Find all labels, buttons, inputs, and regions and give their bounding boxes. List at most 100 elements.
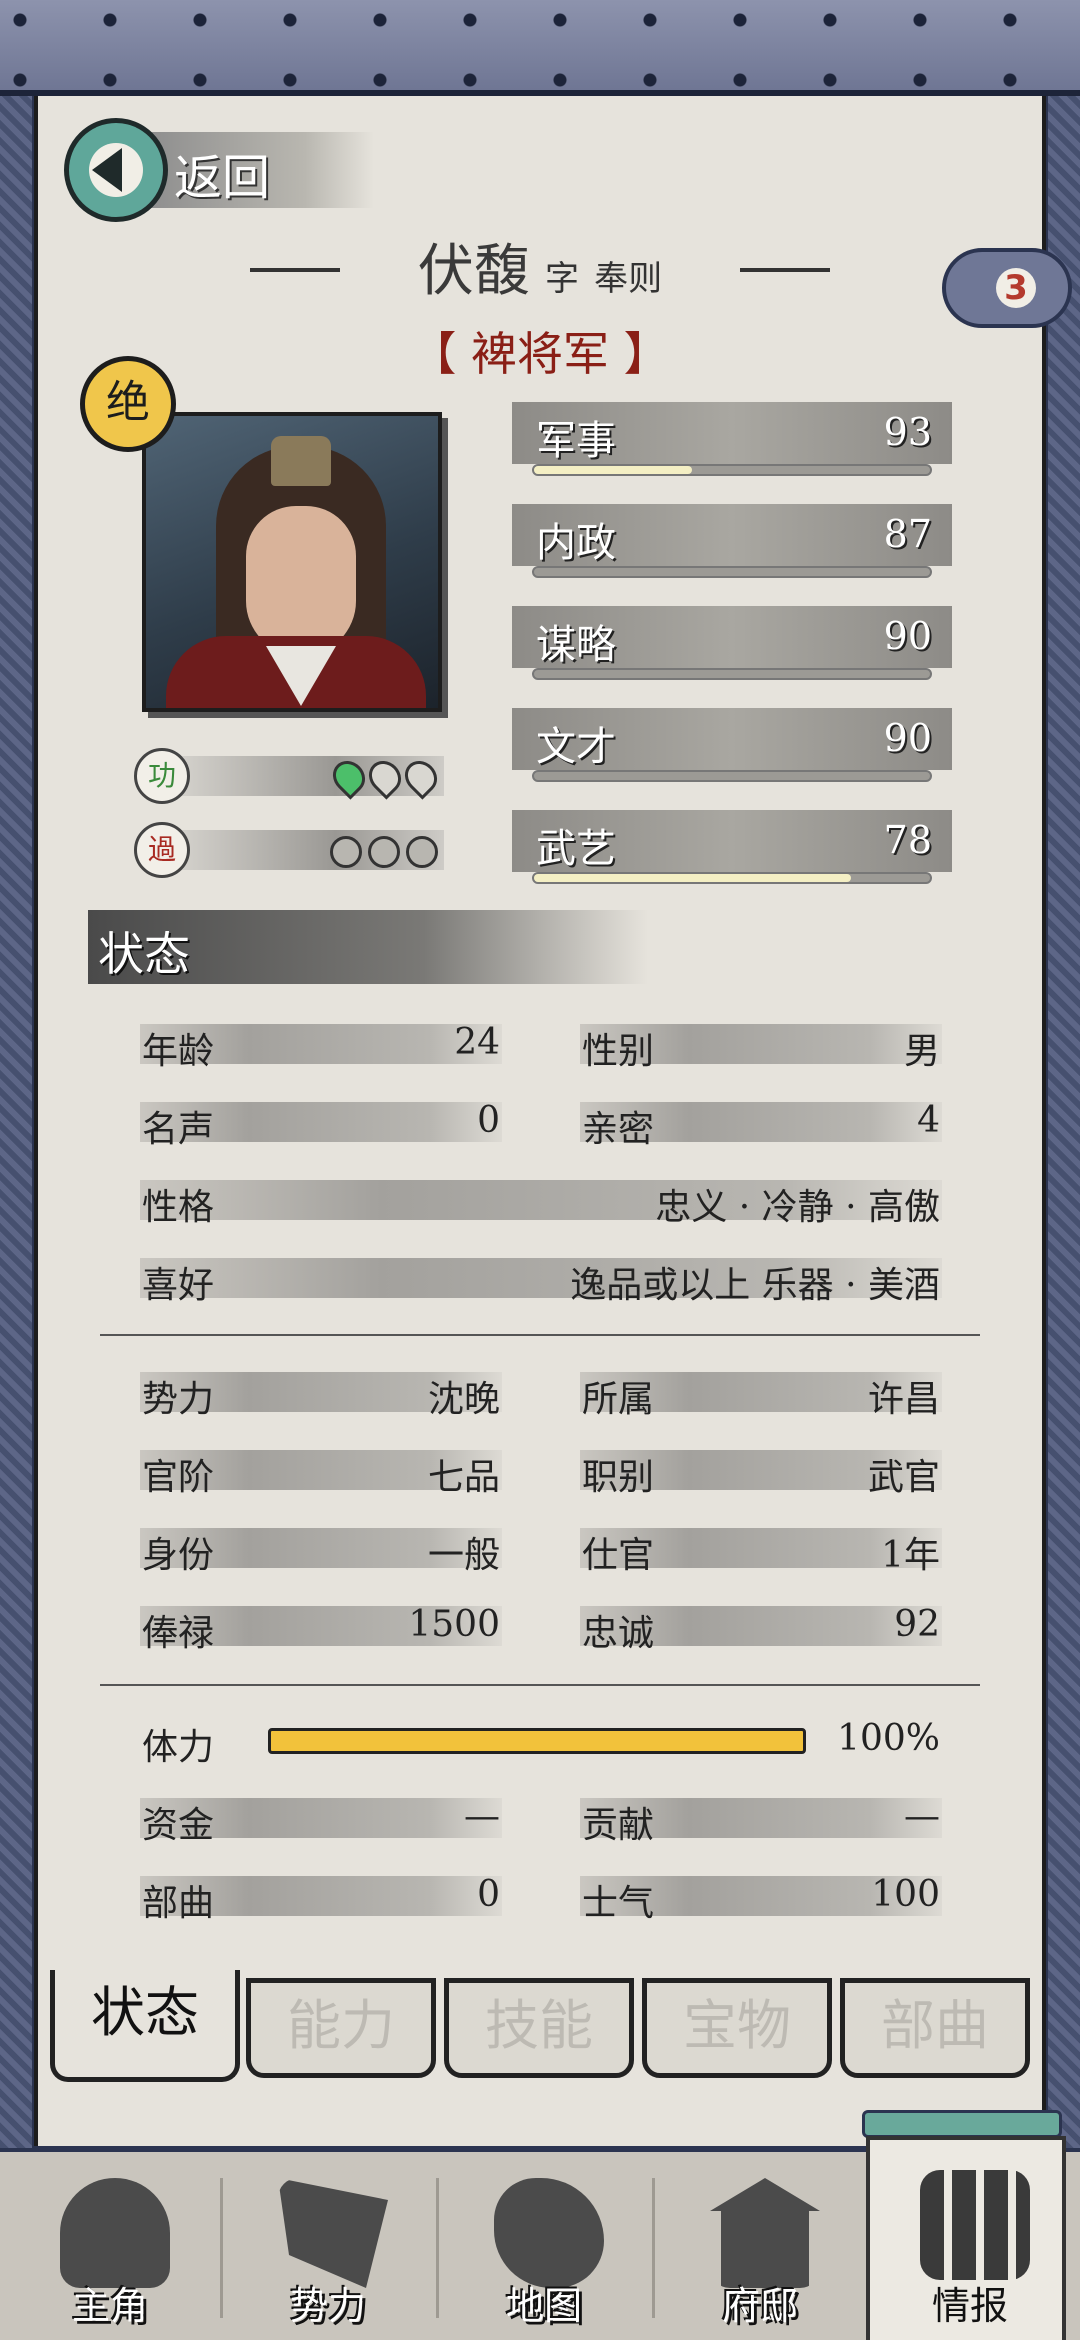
scroll-icon bbox=[920, 2170, 1030, 2280]
courtesy-name: 奉则 bbox=[594, 259, 663, 299]
character-title: 【 裨将军 】 bbox=[410, 327, 670, 381]
tab-troops[interactable]: 部曲 bbox=[840, 1978, 1030, 2078]
info-label: 亲密 bbox=[582, 1109, 655, 1150]
info-label: 俸禄 bbox=[142, 1613, 215, 1654]
info-contribution: 贡献 — bbox=[580, 1794, 942, 1846]
info-label: 贡献 bbox=[582, 1805, 655, 1846]
fault-swirl-icon bbox=[368, 836, 400, 868]
nav-mansion[interactable]: 府邸 bbox=[660, 2148, 860, 2340]
ability-label: 文才 bbox=[536, 724, 616, 770]
map-icon bbox=[494, 2178, 604, 2288]
right-border bbox=[1048, 96, 1080, 2156]
character-portrait bbox=[142, 412, 442, 712]
back-arrow-icon bbox=[92, 148, 122, 192]
info-label: 仕官 bbox=[582, 1535, 655, 1576]
merit-row: 功 bbox=[134, 748, 454, 804]
tab-label: 宝物 bbox=[683, 1994, 791, 2057]
tab-treasure[interactable]: 宝物 bbox=[642, 1978, 832, 2078]
nav-intel[interactable]: 情报 bbox=[866, 2136, 1066, 2340]
name-ornament-right bbox=[740, 268, 830, 272]
info-value: 1年 bbox=[881, 1535, 940, 1576]
info-label: 部曲 bbox=[142, 1883, 215, 1924]
nav-label: 府邸 bbox=[721, 2284, 798, 2328]
info-value: 100% bbox=[837, 1718, 940, 1759]
info-label: 体力 bbox=[142, 1727, 215, 1768]
warrior-icon bbox=[60, 2178, 170, 2288]
info-fame: 名声 0 bbox=[140, 1098, 502, 1150]
tab-status[interactable]: 状态 bbox=[50, 1970, 240, 2082]
info-value: 忠义 · 冷静 · 高傲 bbox=[655, 1187, 940, 1228]
info-age: 年龄 24 bbox=[140, 1020, 502, 1072]
flag-icon bbox=[278, 2178, 388, 2288]
info-label: 资金 bbox=[142, 1805, 215, 1846]
ability-politics: 内政 87 bbox=[512, 504, 952, 592]
left-border bbox=[0, 96, 32, 2156]
info-label: 官阶 bbox=[142, 1457, 215, 1498]
info-belong: 所属 许昌 bbox=[580, 1368, 942, 1420]
stamina-bar bbox=[268, 1728, 806, 1754]
info-label: 性格 bbox=[142, 1187, 215, 1228]
ability-literary: 文才 90 bbox=[512, 708, 952, 796]
nav-protagonist[interactable]: 主角 bbox=[10, 2148, 210, 2340]
info-value: 一般 bbox=[427, 1535, 500, 1576]
info-label: 所属 bbox=[582, 1379, 655, 1420]
character-name-row: 伏馥 字 奉则 bbox=[240, 226, 840, 316]
info-value: 1500 bbox=[408, 1604, 500, 1645]
nav-separator bbox=[652, 2178, 655, 2318]
tab-label: 部曲 bbox=[881, 1994, 989, 2057]
character-name: 伏馥 bbox=[417, 239, 530, 304]
nav-faction[interactable]: 势力 bbox=[228, 2148, 428, 2340]
ability-value: 90 bbox=[883, 716, 932, 760]
merit-bar bbox=[174, 756, 444, 796]
info-funds: 资金 — bbox=[140, 1794, 502, 1846]
section-divider bbox=[100, 1334, 980, 1336]
ability-label: 军事 bbox=[536, 418, 616, 464]
info-value: 七品 bbox=[427, 1457, 500, 1498]
ability-label: 谋略 bbox=[536, 622, 616, 668]
info-label: 名声 bbox=[142, 1109, 215, 1150]
ability-fill bbox=[534, 874, 851, 882]
info-value: 100 bbox=[871, 1874, 940, 1915]
ability-value: 87 bbox=[883, 512, 932, 556]
info-hobby: 喜好 逸品或以上 乐器 · 美酒 bbox=[140, 1254, 942, 1306]
top-decorative-border bbox=[0, 0, 1080, 96]
info-faction: 势力 沈晚 bbox=[140, 1368, 502, 1420]
ability-value: 93 bbox=[883, 410, 932, 454]
tab-ability[interactable]: 能力 bbox=[246, 1978, 436, 2078]
back-label: 返回 bbox=[174, 150, 271, 206]
ability-track bbox=[532, 770, 932, 782]
merit-badge: 功 bbox=[134, 748, 190, 804]
ability-value: 90 bbox=[883, 614, 932, 658]
info-label: 职别 bbox=[582, 1457, 655, 1498]
section-divider bbox=[100, 1684, 980, 1686]
info-label: 喜好 bbox=[142, 1265, 215, 1306]
ability-martial: 武艺 78 bbox=[512, 810, 952, 898]
info-label: 年龄 bbox=[142, 1031, 215, 1072]
ability-value: 78 bbox=[883, 818, 932, 862]
info-salary: 俸禄 1500 bbox=[140, 1602, 502, 1654]
info-label: 士气 bbox=[582, 1883, 655, 1924]
portrait-crown bbox=[271, 436, 331, 486]
ability-track bbox=[532, 668, 932, 680]
mansion-icon bbox=[710, 2178, 820, 2288]
nav-label: 情报 bbox=[931, 2284, 1008, 2328]
grade-badge: 绝 bbox=[80, 356, 176, 452]
ability-strategy: 谋略 90 bbox=[512, 606, 952, 694]
nav-map[interactable]: 地图 bbox=[444, 2148, 644, 2340]
portrait-face bbox=[246, 506, 356, 656]
info-value: 逸品或以上 乐器 · 美酒 bbox=[570, 1265, 940, 1306]
info-troops: 部曲 0 bbox=[140, 1872, 502, 1924]
back-button[interactable]: 返回 bbox=[64, 118, 374, 222]
info-rank: 官阶 七品 bbox=[140, 1446, 502, 1498]
fault-badge: 過 bbox=[134, 822, 190, 878]
status-section-header: 状态 bbox=[88, 910, 648, 984]
info-value: — bbox=[464, 1796, 500, 1837]
ability-track bbox=[532, 566, 932, 578]
info-morale: 士气 100 bbox=[580, 1872, 942, 1924]
tab-label: 技能 bbox=[485, 1994, 593, 2057]
fault-row: 過 bbox=[134, 822, 454, 878]
scroll-ornament bbox=[862, 2110, 1062, 2138]
info-gender: 性别 男 bbox=[580, 1020, 942, 1072]
status-section-title: 状态 bbox=[98, 927, 190, 981]
tab-skill[interactable]: 技能 bbox=[444, 1978, 634, 2078]
